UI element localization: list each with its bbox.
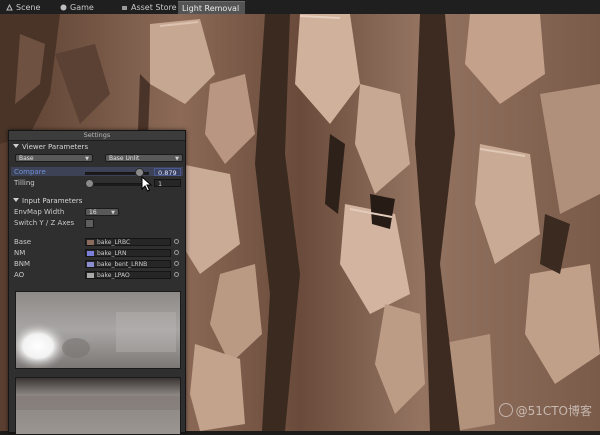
envmap-preview-image-1 xyxy=(16,292,180,368)
tab-scene-label: Scene xyxy=(16,3,41,12)
switch-axes-label: Switch Y / Z Axes xyxy=(14,219,75,227)
envmap-preview-image-2 xyxy=(16,378,180,434)
texture-field-ao[interactable]: bake_LPAO xyxy=(85,271,171,279)
object-picker-icon[interactable] xyxy=(174,250,179,255)
tilling-label: Tilling xyxy=(14,179,35,187)
switch-axes-checkbox[interactable] xyxy=(85,219,94,228)
tab-scene[interactable]: Scene xyxy=(2,1,46,14)
envmap-preview-2 xyxy=(15,377,181,435)
texture-value-nm: bake_LRN xyxy=(97,250,127,257)
input-parameters-label: Input Parameters xyxy=(22,197,83,205)
foldout-arrow-icon xyxy=(13,198,19,202)
base-dropdown-value: Base xyxy=(19,155,34,162)
settings-panel-title: Settings xyxy=(9,131,185,141)
tab-asset-store-label: Asset Store xyxy=(131,3,177,12)
texture-label-base: Base xyxy=(14,238,32,246)
dropdown-arrow-icon: ▼ xyxy=(111,210,115,216)
base-dropdown[interactable]: Base ▼ xyxy=(15,154,93,162)
texture-label-bnm: BNM xyxy=(14,260,31,268)
object-picker-icon[interactable] xyxy=(174,239,179,244)
texture-thumbnail-icon xyxy=(87,262,94,267)
envmap-width-value: 16 xyxy=(89,209,97,216)
watermark-text: @51CTO博客 xyxy=(515,404,592,418)
mode-dropdown-value: Base Unlit xyxy=(109,155,140,162)
tab-asset-store[interactable]: Asset Store xyxy=(117,1,183,14)
viewer-parameters-label: Viewer Parameters xyxy=(22,143,89,151)
texture-thumbnail-icon xyxy=(87,273,94,278)
texture-label-nm: NM xyxy=(14,249,26,257)
texture-value-bnm: bake_bent_LRNB xyxy=(97,261,148,268)
dropdown-arrow-icon: ▼ xyxy=(175,156,179,162)
tab-light-removal-label: Light Removal xyxy=(182,4,240,13)
tilling-value-field[interactable]: 1 xyxy=(154,179,181,188)
object-picker-icon[interactable] xyxy=(174,261,179,266)
mode-dropdown[interactable]: Base Unlit ▼ xyxy=(105,154,183,162)
scene-icon xyxy=(6,2,13,11)
settings-panel: Settings Viewer Parameters Base ▼ Base U… xyxy=(8,130,186,435)
texture-label-ao: AO xyxy=(14,271,25,279)
tilling-slider-track[interactable] xyxy=(85,183,149,186)
tab-light-removal[interactable]: Light Removal xyxy=(178,1,246,15)
tab-game-label: Game xyxy=(70,3,94,12)
texture-field-nm[interactable]: bake_LRN xyxy=(85,249,171,257)
mouse-cursor-icon xyxy=(141,176,153,192)
envmap-preview-1 xyxy=(15,291,181,369)
texture-value-base: bake_LRBC xyxy=(97,239,131,246)
envmap-width-label: EnvMap Width xyxy=(14,208,65,216)
watermark-logo-icon xyxy=(498,403,513,417)
texture-field-bnm[interactable]: bake_bent_LRNB xyxy=(85,260,171,268)
tab-game[interactable]: Game xyxy=(56,1,100,14)
tilling-slider-knob[interactable] xyxy=(85,179,94,188)
watermark: @51CTO博客 xyxy=(498,402,592,419)
viewer-parameters-header[interactable]: Viewer Parameters xyxy=(13,143,88,151)
dropdown-arrow-icon: ▼ xyxy=(85,156,89,162)
texture-thumbnail-icon xyxy=(87,240,94,245)
asset-store-icon xyxy=(121,2,128,10)
game-icon xyxy=(60,2,67,11)
envmap-width-dropdown[interactable]: 16 ▼ xyxy=(85,208,119,216)
compare-label: Compare xyxy=(14,168,46,176)
input-parameters-header[interactable]: Input Parameters xyxy=(13,197,82,205)
editor-tab-bar: Scene Game Asset Store Light Removal xyxy=(0,0,600,15)
texture-field-base[interactable]: bake_LRBC xyxy=(85,238,171,246)
texture-value-ao: bake_LPAO xyxy=(97,272,130,279)
compare-value-field[interactable]: 0.879 xyxy=(154,168,181,177)
object-picker-icon[interactable] xyxy=(174,272,179,277)
texture-thumbnail-icon xyxy=(87,251,94,256)
foldout-arrow-icon xyxy=(13,144,19,148)
